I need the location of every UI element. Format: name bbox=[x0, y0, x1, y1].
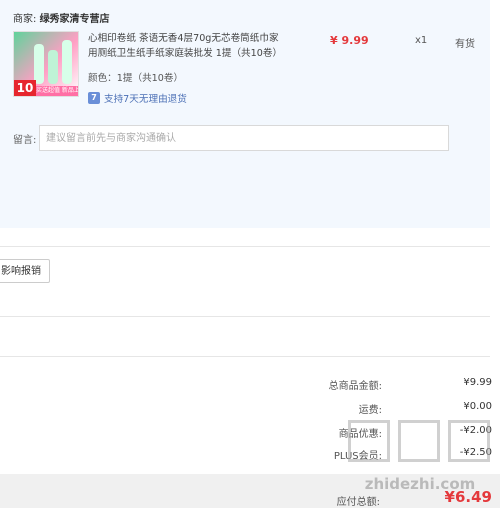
store-discount-value: -¥2.00 bbox=[459, 425, 492, 436]
product-price: ¥ 9.99 bbox=[330, 34, 369, 47]
plus-value: -¥2.50 bbox=[459, 447, 492, 458]
merchant-label: 商家: bbox=[13, 14, 37, 25]
summary-goods-total: 总商品金额: ¥9.99 bbox=[252, 377, 492, 392]
summary-shipping: 运费: ¥0.00 bbox=[252, 401, 492, 416]
thumb-roll bbox=[34, 44, 44, 84]
plus-label: PLUS会员: bbox=[333, 451, 382, 462]
divider bbox=[0, 246, 490, 247]
payable-label: 应付总额: bbox=[336, 497, 380, 508]
shipping-value: ¥0.00 bbox=[463, 401, 492, 412]
message-input[interactable] bbox=[39, 125, 449, 151]
return-policy-label: 支持7天无理由退货 bbox=[104, 94, 187, 105]
shipping-label: 运费: bbox=[358, 405, 382, 416]
divider bbox=[0, 356, 490, 357]
summary-plus: PLUS会员: -¥2.50 bbox=[252, 447, 492, 462]
store-discount-label: 商品优惠: bbox=[338, 429, 382, 440]
goods-total-label: 总商品金额: bbox=[328, 381, 382, 392]
merchant-name[interactable]: 绿秀家清专营店 bbox=[40, 14, 110, 25]
payable-bar: 应付总额: ¥6.49 bbox=[0, 474, 500, 508]
order-shop-panel: 商家: 绿秀家清专营店 10 买送超值 新品上市 心相印卷纸 茶语无香4层70g… bbox=[0, 0, 490, 228]
thumb-badge-text: 买送超值 新品上市 bbox=[36, 86, 78, 96]
goods-total-value: ¥9.99 bbox=[463, 377, 492, 388]
return-policy: 7 支持7天无理由退货 bbox=[88, 91, 187, 105]
product-color: 颜色：1提（共10卷） bbox=[88, 73, 184, 84]
payable-value: ¥6.49 bbox=[444, 488, 492, 506]
merchant-line: 商家: 绿秀家清专营店 bbox=[13, 10, 110, 25]
divider bbox=[0, 316, 490, 317]
summary-store-discount: 商品优惠: -¥2.00 bbox=[252, 425, 492, 440]
thumb-roll bbox=[48, 50, 58, 84]
thumb-roll bbox=[62, 40, 72, 84]
thumb-badge: 10 bbox=[14, 80, 36, 96]
product-quantity: x1 bbox=[415, 35, 428, 46]
product-thumbnail[interactable]: 10 买送超值 新品上市 bbox=[13, 31, 79, 97]
invoice-button[interactable]: 影响报销 bbox=[0, 259, 50, 283]
stock-status: 有货 bbox=[455, 39, 475, 50]
message-label: 留言: bbox=[13, 135, 37, 146]
return-policy-icon: 7 bbox=[88, 92, 100, 104]
product-title[interactable]: 心相印卷纸 茶语无香4层70g无芯卷筒纸巾家用厕纸卫生纸手纸家庭装批发 1提（共… bbox=[88, 31, 282, 61]
